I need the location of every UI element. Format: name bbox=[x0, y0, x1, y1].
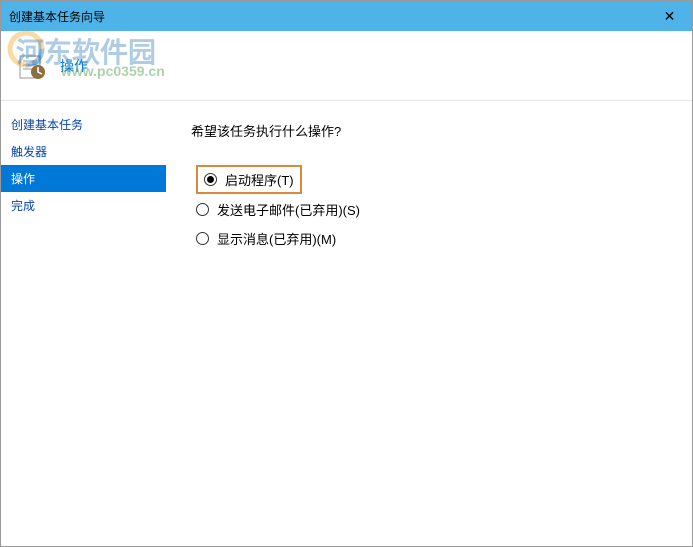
radio-send-email[interactable]: 发送电子邮件(已弃用)(S) bbox=[196, 200, 667, 219]
close-button[interactable]: ✕ bbox=[647, 1, 692, 31]
prompt-text: 希望该任务执行什么操作? bbox=[191, 121, 667, 140]
radio-icon bbox=[196, 203, 209, 216]
content: 创建基本任务 触发器 操作 完成 希望该任务执行什么操作? 启动程序(T) 发送… bbox=[1, 101, 692, 546]
radio-icon bbox=[196, 232, 209, 245]
sidebar-item-finish[interactable]: 完成 bbox=[1, 192, 166, 219]
radio-label: 显示消息(已弃用)(M) bbox=[217, 229, 336, 248]
radio-group: 启动程序(T) 发送电子邮件(已弃用)(S) 显示消息(已弃用)(M) bbox=[191, 165, 667, 248]
sidebar-item-trigger[interactable]: 触发器 bbox=[1, 138, 166, 165]
watermark-logo bbox=[6, 29, 46, 74]
radio-label: 启动程序(T) bbox=[225, 170, 294, 189]
titlebar: 创建基本任务向导 ✕ bbox=[1, 1, 692, 31]
window-title: 创建基本任务向导 bbox=[9, 8, 105, 25]
watermark-url: www.pc0359.cn bbox=[61, 63, 165, 79]
radio-icon bbox=[204, 173, 217, 186]
sidebar-item-create-task[interactable]: 创建基本任务 bbox=[1, 111, 166, 138]
radio-show-message[interactable]: 显示消息(已弃用)(M) bbox=[196, 229, 667, 248]
sidebar-item-action[interactable]: 操作 bbox=[1, 165, 166, 192]
sidebar: 创建基本任务 触发器 操作 完成 bbox=[1, 101, 166, 546]
main-panel: 希望该任务执行什么操作? 启动程序(T) 发送电子邮件(已弃用)(S) 显示消息… bbox=[166, 101, 692, 546]
radio-start-program[interactable]: 启动程序(T) bbox=[196, 165, 302, 194]
radio-label: 发送电子邮件(已弃用)(S) bbox=[217, 200, 360, 219]
